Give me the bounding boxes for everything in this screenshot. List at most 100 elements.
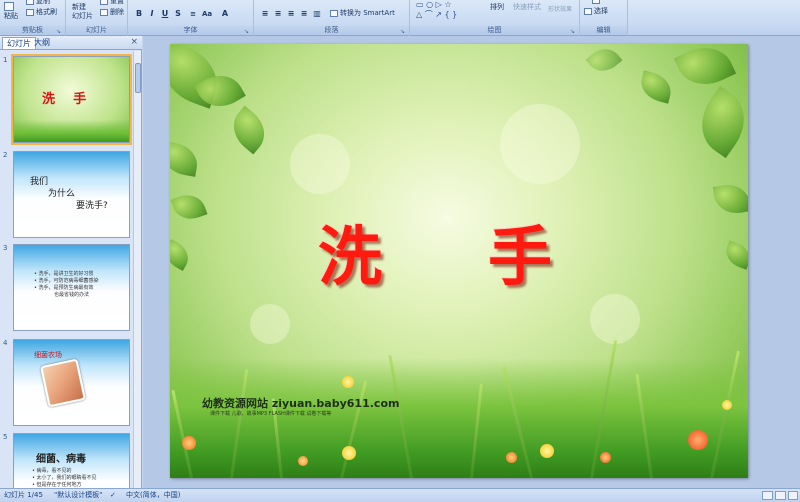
tab-outline[interactable]: 大纲 bbox=[30, 37, 54, 49]
flower-decoration bbox=[722, 400, 732, 410]
slide-thumbnail-2[interactable]: 我们 为什么 要洗手? bbox=[13, 151, 130, 238]
paste-label[interactable]: 粘贴 bbox=[4, 12, 18, 21]
leaf-decoration bbox=[170, 189, 208, 225]
paragraph-launcher-icon[interactable]: ↘ bbox=[400, 28, 407, 35]
replace-icon bbox=[592, 0, 600, 4]
shape-gallery-row2-icon[interactable]: △ ⌒ ↗ { } bbox=[416, 9, 457, 20]
flower-decoration bbox=[600, 452, 611, 463]
drawing-launcher-icon[interactable]: ↘ bbox=[570, 28, 577, 35]
copy-icon bbox=[26, 0, 34, 5]
smartart-icon bbox=[330, 9, 338, 17]
slide-number: 1 bbox=[3, 56, 8, 64]
justify-icon[interactable]: ≡ bbox=[299, 9, 309, 19]
select-icon bbox=[584, 7, 592, 15]
slide-thumbnail-3[interactable]: • 洗手，是讲卫生的好习惯 • 洗手，可防范病毒细菌感染 • 洗手，是预防生病最… bbox=[13, 244, 130, 331]
thumb-title: 洗 手 bbox=[42, 92, 87, 107]
thumb-bullet: • 洗手，是预防生病最有效 bbox=[34, 285, 94, 291]
slide-count: 幻灯片 1/45 bbox=[4, 491, 43, 499]
font-launcher-icon[interactable]: ↘ bbox=[244, 28, 251, 35]
bokeh-decoration bbox=[250, 304, 290, 344]
slide-sorter-button[interactable] bbox=[775, 491, 786, 500]
slide-number: 3 bbox=[3, 244, 8, 252]
language-indicator[interactable]: 中文(简体，中国) bbox=[126, 489, 180, 502]
thumb-bullet: • 洗手，可防范病毒细菌感染 bbox=[34, 278, 99, 284]
flower-decoration bbox=[298, 456, 308, 466]
ribbon: 粘贴 复制 格式刷 剪贴板 ↘ 新建 幻灯片 重置 删除 幻灯片 B I U S … bbox=[0, 0, 800, 36]
copy-button[interactable]: 复制 bbox=[26, 0, 50, 6]
leaf-decoration bbox=[722, 240, 748, 270]
char-spacing-icon[interactable]: ≡ bbox=[188, 9, 198, 19]
shape-effects-button[interactable]: 形状效果 bbox=[548, 5, 572, 14]
thumb-bullet: • 洗手，是讲卫生的好习惯 bbox=[34, 271, 94, 277]
paragraph-group: ≡ ≡ ≡ ≡ ▥ 转换为 SmartArt 段落 ↘ bbox=[254, 0, 410, 36]
grass-decoration bbox=[14, 120, 129, 142]
font-color-button[interactable]: A bbox=[220, 9, 230, 19]
font-group: B I U S ≡ Aa A 字体 ↘ bbox=[128, 0, 254, 36]
slides-group: 新建 幻灯片 重置 删除 幻灯片 bbox=[66, 0, 128, 36]
scrollbar-thumb[interactable] bbox=[135, 63, 141, 93]
slide-number: 5 bbox=[3, 433, 8, 441]
underline-button[interactable]: U bbox=[160, 9, 170, 19]
reset-icon bbox=[100, 0, 108, 5]
align-center-icon[interactable]: ≡ bbox=[273, 9, 283, 19]
bokeh-decoration bbox=[590, 294, 640, 344]
convert-smartart-button[interactable]: 转换为 SmartArt bbox=[330, 9, 395, 18]
slide-number: 4 bbox=[3, 339, 8, 347]
current-slide[interactable]: 洗 手 幼教资源网站 ziyuan.baby611.com 课件下载 儿歌、故事… bbox=[170, 44, 748, 478]
slide-thumbnail-5[interactable]: 细菌、病毒 • 病毒，看不见的 • 太小了，我们的眼睛看不见 • 但是存在于任何… bbox=[13, 433, 130, 488]
bokeh-decoration bbox=[290, 134, 350, 194]
strikethrough-button[interactable]: S bbox=[173, 9, 183, 19]
bokeh-decoration bbox=[500, 104, 580, 184]
leaf-decoration bbox=[637, 70, 675, 104]
dialog-launcher-icon[interactable]: ↘ bbox=[56, 28, 63, 35]
slide-thumbnail-1[interactable]: 洗 手 bbox=[11, 54, 132, 145]
close-icon[interactable]: × bbox=[130, 37, 138, 47]
status-bar: 幻灯片 1/45 "默认设计模板" ✓ 中文(简体，中国) bbox=[0, 488, 800, 502]
clipboard-group: 粘贴 复制 格式刷 剪贴板 ↘ bbox=[0, 0, 66, 36]
align-right-icon[interactable]: ≡ bbox=[286, 9, 296, 19]
select-button[interactable]: 选择 bbox=[584, 7, 608, 16]
slides-panel: 幻灯片 大纲 × 1 洗 手 2 我们 为什么 要洗手? 3 • 洗手，是讲卫生… bbox=[0, 36, 142, 488]
slide-title-char-2[interactable]: 手 bbox=[488, 206, 552, 298]
slide-title-char-1[interactable]: 洗 bbox=[318, 206, 382, 298]
paste-button[interactable] bbox=[4, 2, 16, 12]
font-group-label: 字体 bbox=[128, 26, 253, 35]
italic-button[interactable]: I bbox=[147, 9, 157, 19]
leaf-decoration bbox=[688, 85, 748, 159]
slideshow-button[interactable] bbox=[788, 491, 798, 500]
leaf-decoration bbox=[585, 44, 623, 79]
thumb-title: 细菌农场 bbox=[34, 351, 62, 359]
flower-decoration bbox=[540, 444, 554, 458]
slide-number: 2 bbox=[3, 151, 8, 159]
align-left-icon[interactable]: ≡ bbox=[260, 9, 270, 19]
slide-thumbnail-4[interactable]: 细菌农场 bbox=[13, 339, 130, 426]
replace-button[interactable] bbox=[592, 0, 602, 5]
site-text: 幼教资源网站 ziyuan.baby611.com bbox=[202, 397, 400, 410]
shape-gallery-icon[interactable]: ▭ ○ ▷ ☆ bbox=[416, 0, 452, 9]
reset-button[interactable]: 重置 bbox=[100, 0, 124, 6]
leaf-decoration bbox=[170, 141, 201, 177]
paragraph-group-label: 段落 bbox=[254, 26, 409, 35]
thumbnail-scrollbar[interactable] bbox=[133, 51, 141, 488]
quick-styles-button[interactable]: 快速样式 bbox=[513, 3, 541, 12]
drawing-group: ▭ ○ ▷ ☆ △ ⌒ ↗ { } 排列 快速样式 形状效果 绘图 ↘ bbox=[410, 0, 580, 36]
delete-button[interactable]: 删除 bbox=[100, 8, 124, 17]
arrange-button[interactable]: 排列 bbox=[490, 3, 504, 12]
editing-group-label: 编辑 bbox=[580, 26, 627, 35]
new-slide-button[interactable]: 新建 幻灯片 bbox=[72, 3, 93, 21]
bold-button[interactable]: B bbox=[134, 9, 144, 19]
leaf-decoration bbox=[170, 238, 194, 272]
theme-name[interactable]: "默认设计模板" bbox=[54, 489, 102, 502]
change-case-icon[interactable]: Aa bbox=[202, 9, 212, 19]
normal-view-button[interactable] bbox=[762, 491, 773, 500]
flower-decoration bbox=[342, 376, 354, 388]
delete-icon bbox=[100, 8, 108, 16]
flower-decoration bbox=[342, 446, 356, 460]
spellcheck-icon[interactable]: ✓ bbox=[110, 489, 116, 502]
format-painter-button[interactable]: 格式刷 bbox=[26, 8, 57, 17]
columns-icon[interactable]: ▥ bbox=[312, 9, 322, 19]
flower-decoration bbox=[688, 430, 708, 450]
paste-icon bbox=[4, 2, 14, 11]
brush-icon bbox=[26, 8, 34, 16]
panel-tabs: 幻灯片 大纲 × bbox=[0, 36, 142, 50]
